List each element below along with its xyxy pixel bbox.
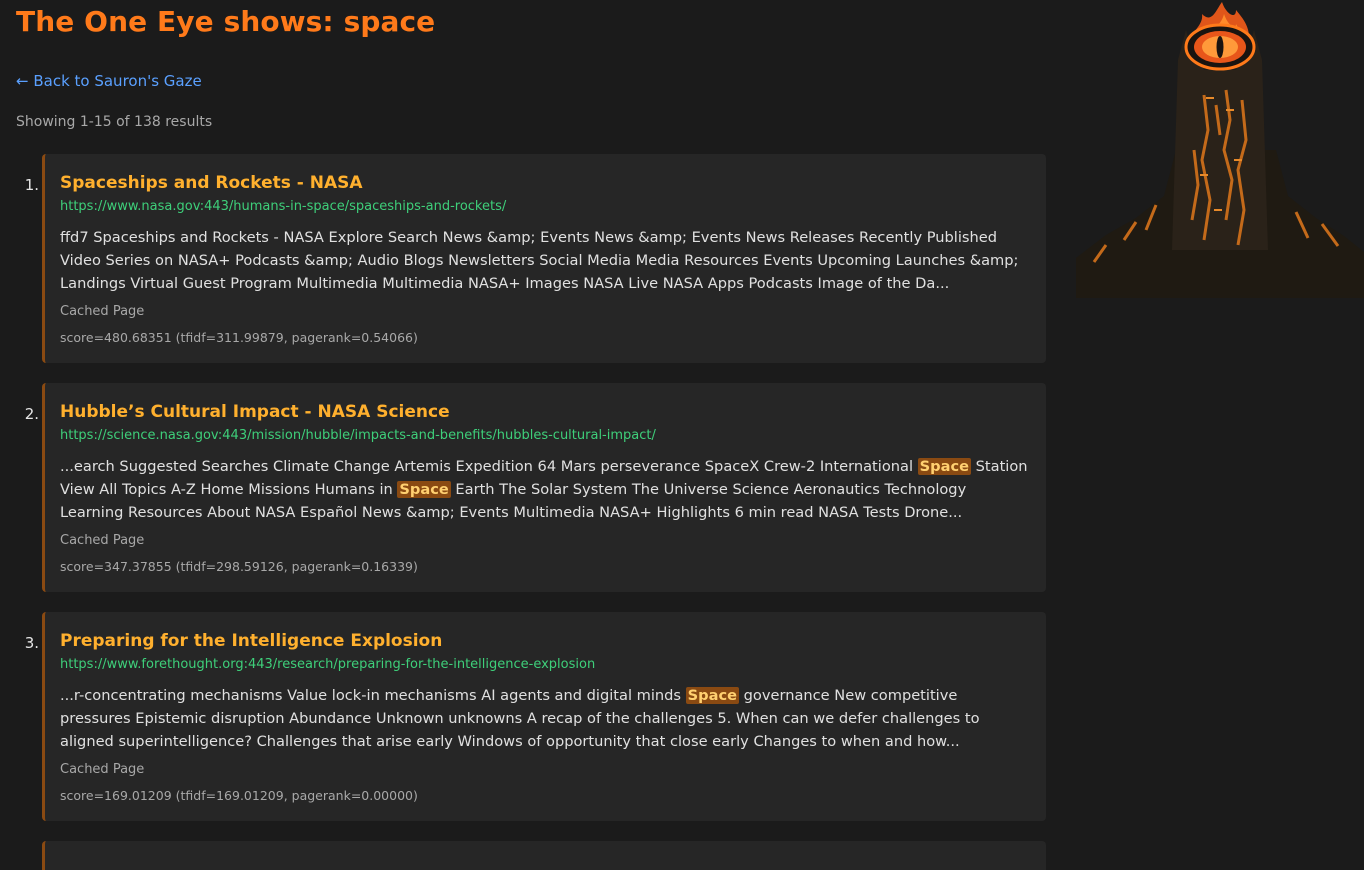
search-results-page: The One Eye shows: space ← Back to Sauro… bbox=[0, 0, 1364, 870]
result-score: score=347.37855 (tfidf=298.59126, pagera… bbox=[60, 559, 418, 574]
snippet-text: ...earch Suggested Searches Climate Chan… bbox=[60, 458, 918, 475]
highlighted-term: Space bbox=[685, 687, 740, 704]
results-list: 1. Spaceships and Rockets - NASA https:/… bbox=[0, 154, 1050, 870]
highlighted-term: Space bbox=[917, 458, 972, 475]
result-snippet: ffd7 Spaceships and Rockets - NASA Explo… bbox=[60, 226, 1032, 295]
result-url: https://www.nasa.gov:443/humans-in-space… bbox=[60, 199, 507, 214]
result-number: 2. bbox=[24, 405, 39, 423]
result-title-link[interactable]: Spaceships and Rockets - NASA bbox=[60, 173, 1032, 193]
cached-page-link[interactable]: Cached Page bbox=[60, 533, 1032, 548]
highlighted-term: Space bbox=[397, 481, 451, 498]
result-url: https://www.forethought.org:443/research… bbox=[60, 657, 596, 672]
eye-of-sauron-tower-icon bbox=[1076, 2, 1364, 298]
snippet-text: ffd7 Spaceships and Rockets - NASA Explo… bbox=[60, 229, 1019, 292]
result-url: https://science.nasa.gov:443/mission/hub… bbox=[60, 428, 656, 443]
result-title-link[interactable]: Hubble’s Cultural Impact - NASA Science bbox=[60, 402, 1032, 422]
result-score: score=169.01209 (tfidf=169.01209, pagera… bbox=[60, 788, 418, 803]
page-title: The One Eye shows: space bbox=[16, 5, 436, 38]
result-snippet: ...r-concentrating mechanisms Value lock… bbox=[60, 684, 1032, 753]
results-count: Showing 1-15 of 138 results bbox=[16, 114, 213, 130]
result-item: 2. Hubble’s Cultural Impact - NASA Scien… bbox=[25, 383, 1046, 592]
result-snippet: ...earch Suggested Searches Climate Chan… bbox=[60, 455, 1032, 524]
result-number: 3. bbox=[24, 634, 39, 652]
result-item: 3. Preparing for the Intelligence Explos… bbox=[25, 612, 1046, 821]
result-title-link[interactable]: Preparing for the Intelligence Explosion bbox=[60, 631, 1032, 651]
result-item: 1. Spaceships and Rockets - NASA https:/… bbox=[25, 154, 1046, 363]
result-item bbox=[42, 841, 1046, 870]
cached-page-link[interactable]: Cached Page bbox=[60, 304, 1032, 319]
back-to-home-link[interactable]: ← Back to Sauron's Gaze bbox=[16, 72, 202, 90]
snippet-text: ...r-concentrating mechanisms Value lock… bbox=[60, 687, 686, 704]
result-score: score=480.68351 (tfidf=311.99879, pagera… bbox=[60, 330, 418, 345]
result-number: 1. bbox=[24, 176, 39, 194]
cached-page-link[interactable]: Cached Page bbox=[60, 762, 1032, 777]
